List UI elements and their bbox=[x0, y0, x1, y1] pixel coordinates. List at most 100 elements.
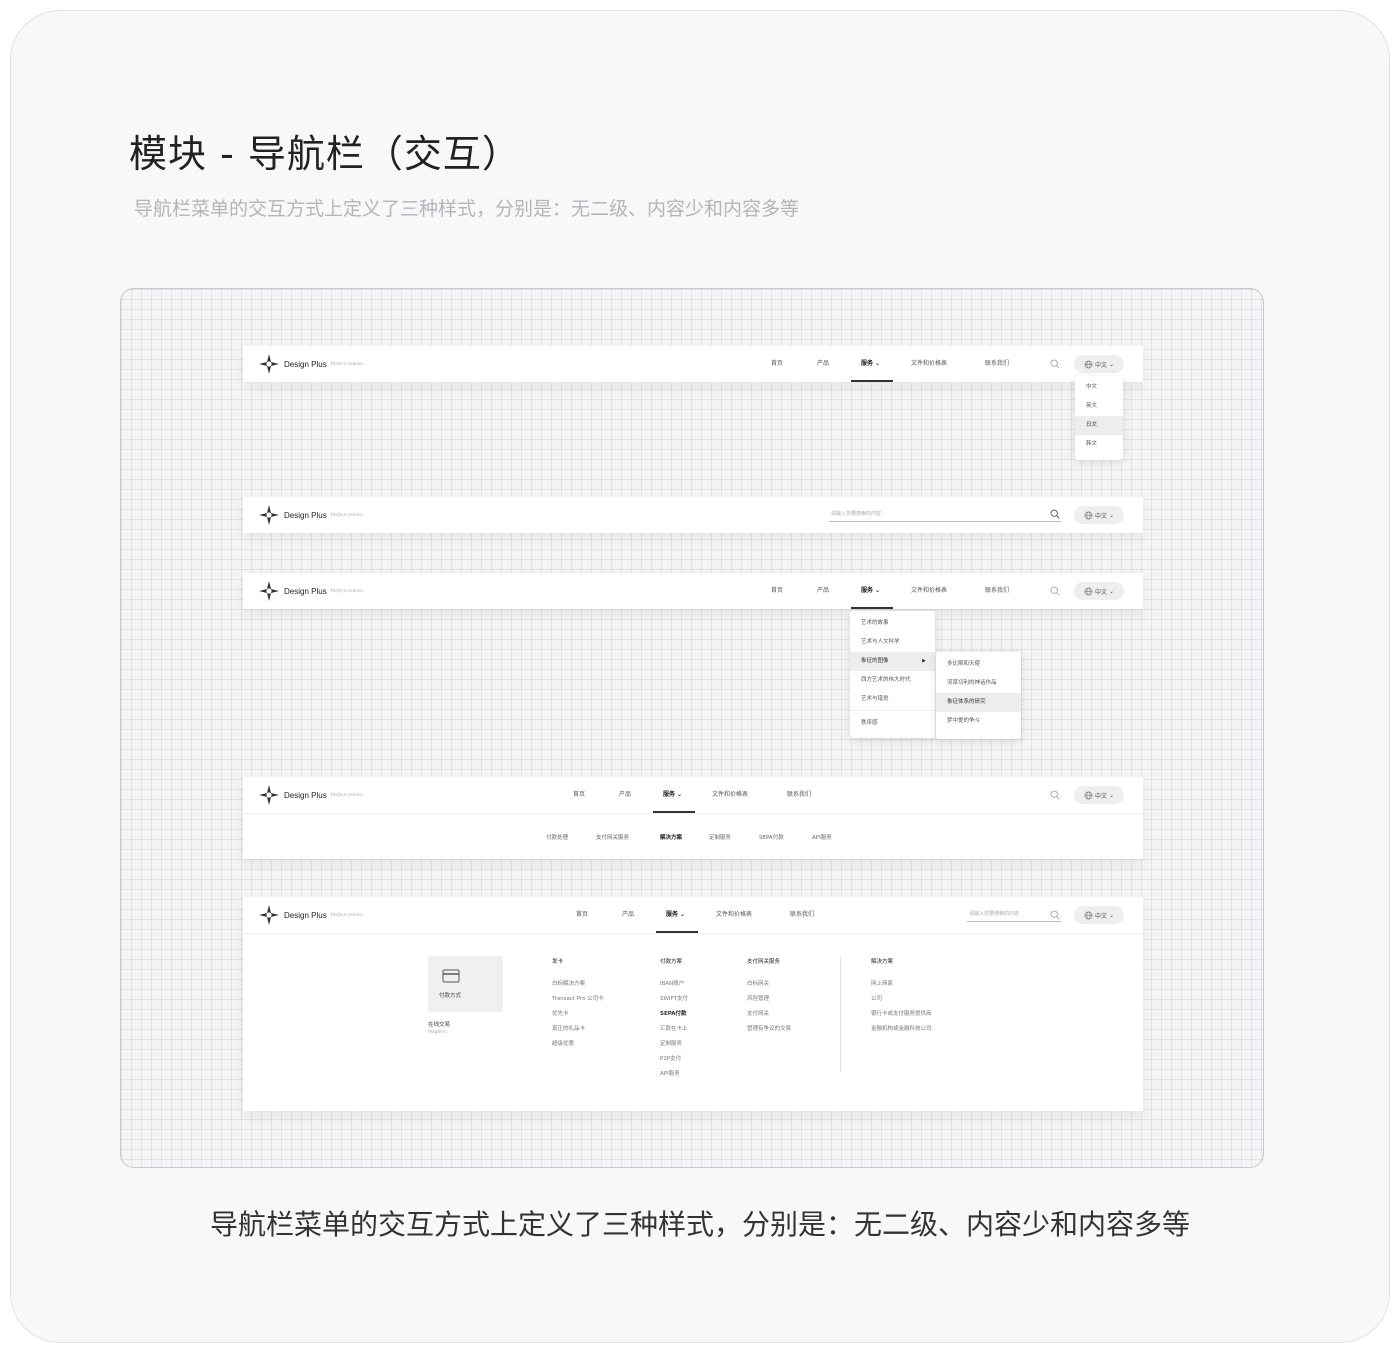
search-input[interactable]: 请输入您要搜索的内容 bbox=[967, 908, 1061, 922]
nav-item-services[interactable]: 服务 ⌄ bbox=[861, 346, 880, 382]
submenu-option[interactable]: 流草切利的神话作品 bbox=[936, 674, 1021, 693]
chevron-down-icon: ⌄ bbox=[875, 587, 881, 594]
sub-tab[interactable]: 付款处理 bbox=[546, 833, 568, 841]
sub-tab[interactable]: API服务 bbox=[812, 833, 832, 841]
nav-item-home[interactable]: 首页 bbox=[573, 777, 585, 813]
mega-link[interactable]: SWIFT支付 bbox=[660, 994, 688, 1002]
globe-icon bbox=[1084, 511, 1093, 519]
chevron-down-icon: ⌄ bbox=[875, 360, 881, 367]
search-icon[interactable] bbox=[1050, 359, 1060, 369]
nav-item-products[interactable]: 产品 bbox=[817, 346, 829, 382]
mega-link[interactable]: 支付网关 bbox=[747, 1009, 769, 1017]
brand[interactable]: Design Plus Perfect creation bbox=[259, 354, 363, 374]
lang-label: 中文 bbox=[1094, 588, 1107, 596]
lang-switch[interactable]: 中文 ⌄ bbox=[1074, 355, 1124, 373]
active-underline bbox=[653, 811, 695, 813]
nav-item-home[interactable]: 首页 bbox=[576, 897, 588, 933]
logo-icon bbox=[259, 785, 279, 805]
nav-item-home[interactable]: 首页 bbox=[771, 573, 783, 609]
lang-dropdown: 中文 英文 日文 韩文 bbox=[1075, 376, 1123, 460]
nav-item-services[interactable]: 服务 ⌄ bbox=[663, 777, 682, 813]
service-option[interactable]: 艺术的故事 bbox=[850, 614, 935, 633]
navbar-mega-menu: Design Plus Perfect creation 首页 产品 服务 ⌄ 文… bbox=[243, 897, 1143, 1111]
mega-link[interactable]: 汇款在卡上 bbox=[660, 1024, 688, 1032]
search-icon[interactable] bbox=[1050, 910, 1060, 920]
service-option[interactable]: 艺术与错觉 bbox=[850, 690, 935, 709]
submenu-option[interactable]: 多比斯和天使 bbox=[936, 655, 1021, 674]
nav-item-services[interactable]: 服务 ⌄ bbox=[861, 573, 880, 609]
service-option[interactable]: 艺术与人文科学 bbox=[850, 633, 935, 652]
nav-item-products[interactable]: 产品 bbox=[817, 573, 829, 609]
search-placeholder: 请输入您要搜索的内容 bbox=[831, 511, 882, 517]
sub-tab[interactable]: 支付网关服务 bbox=[596, 833, 629, 841]
search-icon[interactable] bbox=[1050, 509, 1060, 519]
search-input[interactable]: 请输入您要搜索的内容 bbox=[829, 508, 1061, 522]
lang-option-selected[interactable]: 日文 bbox=[1075, 416, 1123, 435]
mega-link[interactable]: P2P支付 bbox=[660, 1054, 681, 1062]
brand[interactable]: Design Plus Perfect creation bbox=[259, 905, 363, 925]
nav-item-label: 服务 bbox=[666, 911, 679, 918]
search-icon[interactable] bbox=[1050, 586, 1060, 596]
online-subtitle: Magtern bbox=[428, 1030, 447, 1035]
nav-item-contact[interactable]: 联系我们 bbox=[790, 897, 814, 933]
nav-item-docs[interactable]: 文件和价格表 bbox=[716, 897, 752, 933]
mega-link[interactable]: 白标解决方案 bbox=[552, 979, 585, 987]
chevron-down-icon: ⌄ bbox=[1108, 360, 1115, 368]
online-title[interactable]: 在线交易 bbox=[428, 1020, 450, 1028]
lang-option[interactable]: 韩文 bbox=[1075, 435, 1123, 454]
card-tile-label: 付款方式 bbox=[439, 993, 462, 999]
lang-option[interactable]: 中文 bbox=[1075, 378, 1123, 397]
mega-link[interactable]: 管理有争议的交易 bbox=[747, 1024, 791, 1032]
mega-link[interactable]: 白标网关 bbox=[747, 979, 769, 987]
column-divider bbox=[840, 956, 841, 1072]
nav-item-services[interactable]: 服务 ⌄ bbox=[666, 897, 685, 933]
brand[interactable]: Design Plus Perfect creation bbox=[259, 581, 363, 601]
nav-item-contact[interactable]: 联系我们 bbox=[985, 346, 1009, 382]
payment-card-tile[interactable]: 付款方式 bbox=[428, 956, 503, 1012]
brand[interactable]: Design Plus Perfect creation bbox=[259, 785, 363, 805]
mega-column-title: 发卡 bbox=[552, 959, 564, 965]
lang-switch[interactable]: 中文 ⌄ bbox=[1074, 582, 1124, 600]
nav-item-products[interactable]: 产品 bbox=[619, 777, 631, 813]
mega-link[interactable]: 真正的礼品卡 bbox=[552, 1024, 585, 1032]
nav-item-contact[interactable]: 联系我们 bbox=[985, 573, 1009, 609]
brand[interactable]: Design Plus Perfect creation bbox=[259, 505, 363, 525]
mega-link[interactable]: IBAN账户 bbox=[660, 979, 684, 987]
mega-link[interactable]: 银行卡或支付服务提供商 bbox=[871, 1009, 932, 1017]
mega-link[interactable]: 超级优惠 bbox=[552, 1039, 574, 1047]
mega-link[interactable]: Transact Pro 公司卡 bbox=[552, 994, 604, 1002]
lang-switch[interactable]: 中文 ⌄ bbox=[1074, 906, 1124, 924]
brand-tagline: Perfect creation bbox=[330, 912, 363, 918]
mega-link[interactable]: 网上商家 bbox=[871, 979, 893, 987]
service-option-selected[interactable]: 象征的图像 ▶ bbox=[850, 652, 935, 671]
caret-right-icon: ▶ bbox=[922, 658, 926, 664]
mega-link[interactable]: 优先卡 bbox=[552, 1009, 569, 1017]
service-option[interactable]: 秩序感 bbox=[850, 714, 935, 733]
sub-tab[interactable]: SEPA付款 bbox=[759, 833, 784, 841]
lang-switch[interactable]: 中文 ⌄ bbox=[1074, 786, 1124, 804]
mega-link[interactable]: 定制服务 bbox=[660, 1039, 682, 1047]
lang-switch[interactable]: 中文 ⌄ bbox=[1074, 506, 1124, 524]
sub-tab[interactable]: 定制服务 bbox=[709, 833, 731, 841]
globe-icon bbox=[1084, 360, 1093, 368]
submenu-option[interactable]: 梦中爱的争斗 bbox=[936, 712, 1021, 731]
search-icon[interactable] bbox=[1050, 790, 1060, 800]
lang-option[interactable]: 英文 bbox=[1075, 397, 1123, 416]
mega-link[interactable]: 金融机构或金融科技公司 bbox=[871, 1024, 932, 1032]
mega-link[interactable]: 风险管理 bbox=[747, 994, 769, 1002]
nav-item-products[interactable]: 产品 bbox=[622, 897, 634, 933]
nav-item-docs[interactable]: 文件和价格表 bbox=[911, 346, 947, 382]
chevron-down-icon: ⌄ bbox=[1108, 587, 1115, 595]
submenu-option-selected[interactable]: 象征体系的研究 bbox=[936, 693, 1021, 712]
mega-link[interactable]: 公司 bbox=[871, 994, 882, 1002]
service-option-label: 象征的图像 bbox=[861, 658, 889, 664]
nav-item-home[interactable]: 首页 bbox=[771, 346, 783, 382]
nav-item-contact[interactable]: 联系我们 bbox=[787, 777, 811, 813]
service-option[interactable]: 西方艺术的伟大时代 bbox=[850, 671, 935, 690]
sub-tab-active[interactable]: 解决方案 bbox=[660, 833, 682, 841]
nav-item-docs[interactable]: 文件和价格表 bbox=[911, 573, 947, 609]
mega-link-active[interactable]: SEPA付款 bbox=[660, 1009, 687, 1017]
mega-link[interactable]: API服务 bbox=[660, 1069, 680, 1077]
nav-item-docs[interactable]: 文件和价格表 bbox=[712, 777, 748, 813]
service-dropdown: 艺术的故事 艺术与人文科学 象征的图像 ▶ 西方艺术的伟大时代 艺术与错觉 秩序感 bbox=[850, 611, 935, 738]
